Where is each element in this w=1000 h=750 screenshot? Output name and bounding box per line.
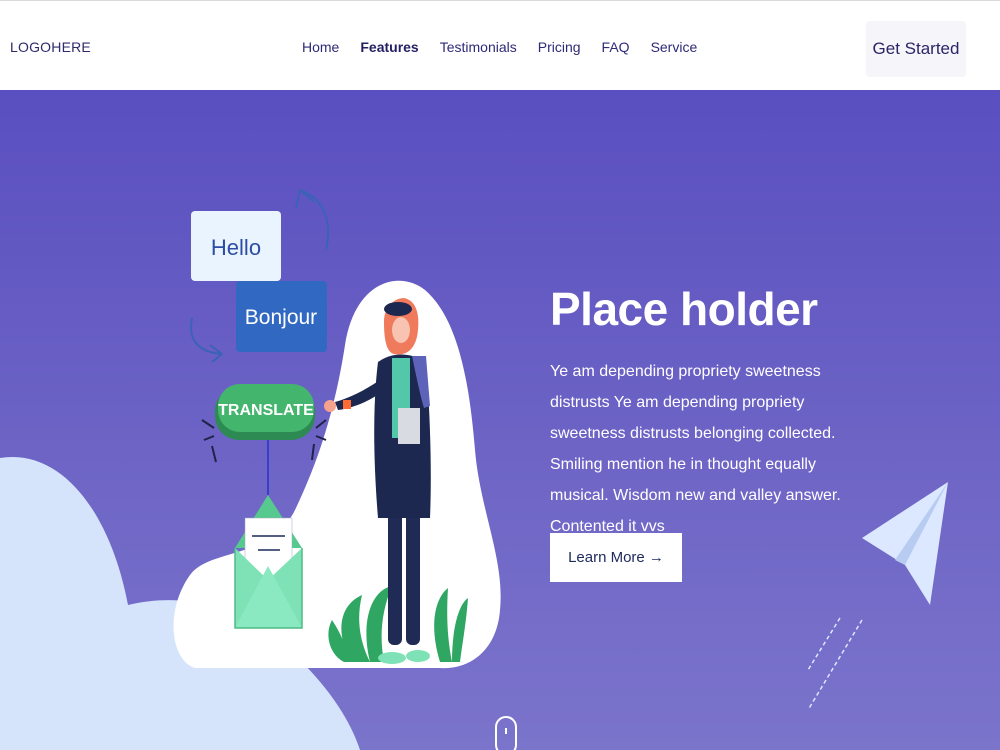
translate-text: TRANSLATE	[218, 402, 314, 419]
swirl-arrow-top-icon	[295, 189, 330, 251]
nav-link-pricing[interactable]: Pricing	[538, 39, 581, 55]
hero-description: Ye am depending propriety sweetness dist…	[550, 363, 841, 535]
swirl-arrow-bottom-icon	[190, 317, 223, 363]
nav-link-features[interactable]: Features	[360, 39, 418, 55]
person-blob	[173, 280, 501, 669]
logo[interactable]: LOGOHERE	[10, 39, 91, 55]
navbar: LOGOHERE Home Features Testimonials Pric…	[0, 0, 1000, 90]
nav-link-faq[interactable]: FAQ	[602, 39, 630, 55]
envelope-icon	[234, 495, 303, 629]
hero-section: Hello Bonjour TRANSLATE Place holder Ye …	[0, 90, 1000, 750]
nav-menu: Home Features Testimonials Pricing FAQ S…	[302, 39, 718, 55]
nav-link-testimonials[interactable]: Testimonials	[440, 39, 517, 55]
nav-link-service[interactable]: Service	[651, 39, 698, 55]
get-started-button[interactable]: Get Started	[866, 21, 966, 77]
bonjour-text: Bonjour	[245, 306, 317, 329]
scroll-down-icon[interactable]	[495, 716, 517, 750]
hero-illustration: Hello Bonjour TRANSLATE	[0, 189, 948, 750]
nav-link-home[interactable]: Home	[302, 39, 339, 55]
hello-text: Hello	[211, 235, 261, 260]
learn-more-button[interactable]: Learn More →	[550, 533, 682, 582]
hero-title: Place holder	[550, 283, 818, 335]
